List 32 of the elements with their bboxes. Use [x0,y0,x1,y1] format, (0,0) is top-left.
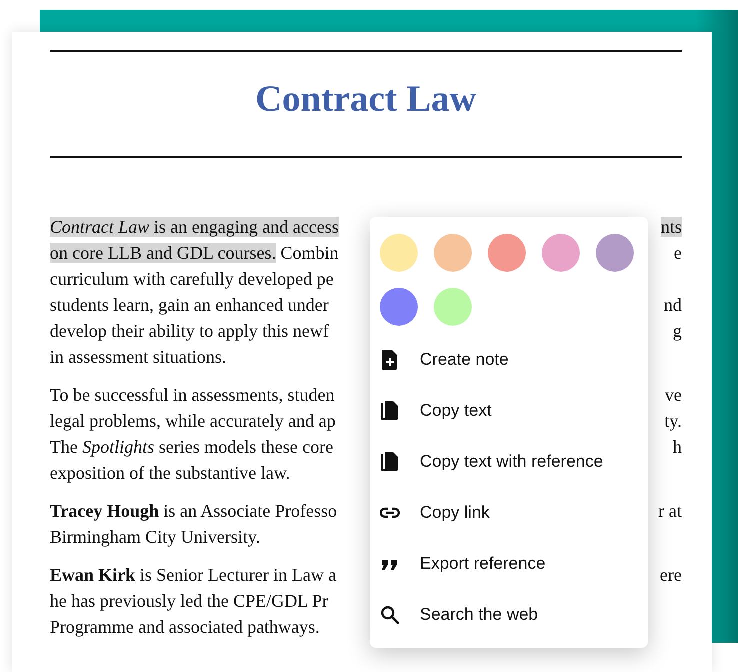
selected-text: Contract Law is an engaging and access [50,217,339,238]
body-text: legal problems, while accurately and ap [50,411,336,432]
body-text: r at [658,501,682,522]
body-text: ty. [664,411,682,432]
body-text: g [673,321,682,342]
body-text: nd [664,295,682,316]
book-title: Contract Law [254,78,478,122]
body-text: Tracey Hough is an Associate Professo [50,501,338,522]
body-text: h [673,437,682,458]
body-text: e [674,243,682,264]
body-text: develop their ability to apply this newf [50,321,329,342]
body-text: To be successful in assessments, studen [50,385,335,406]
selected-text: nts [660,217,682,238]
menu-item[interactable]: Export reference [380,538,638,589]
selected-text: on core LLB and GDL courses. [50,243,276,264]
menu-item[interactable]: Create note [380,334,638,385]
body-text: he has previously led the CPE/GDL Pr [50,591,328,612]
body-text: in assessment situations. [50,347,226,368]
menu-item[interactable]: Copy text [380,385,638,436]
body-text: Programme and associated pathways. [50,617,320,638]
body-text: curriculum with carefully developed pe [50,269,334,290]
body-text: students learn, gain an enhanced under [50,295,329,316]
body-text: The Spotlights series models these core [50,437,334,458]
body-text: Combin [280,243,339,264]
menu-item[interactable]: Copy link [380,487,638,538]
menu-item[interactable]: Copy text with reference [380,436,638,487]
body-text: ve [665,385,682,406]
body-text: Ewan Kirk is Senior Lecturer in Law a [50,565,336,586]
menu-item[interactable]: Search the web [380,589,638,640]
body-text: exposition of the substantive law. [50,463,290,484]
body-text: Birmingham City University. [50,527,260,548]
body-text: ere [660,565,682,586]
